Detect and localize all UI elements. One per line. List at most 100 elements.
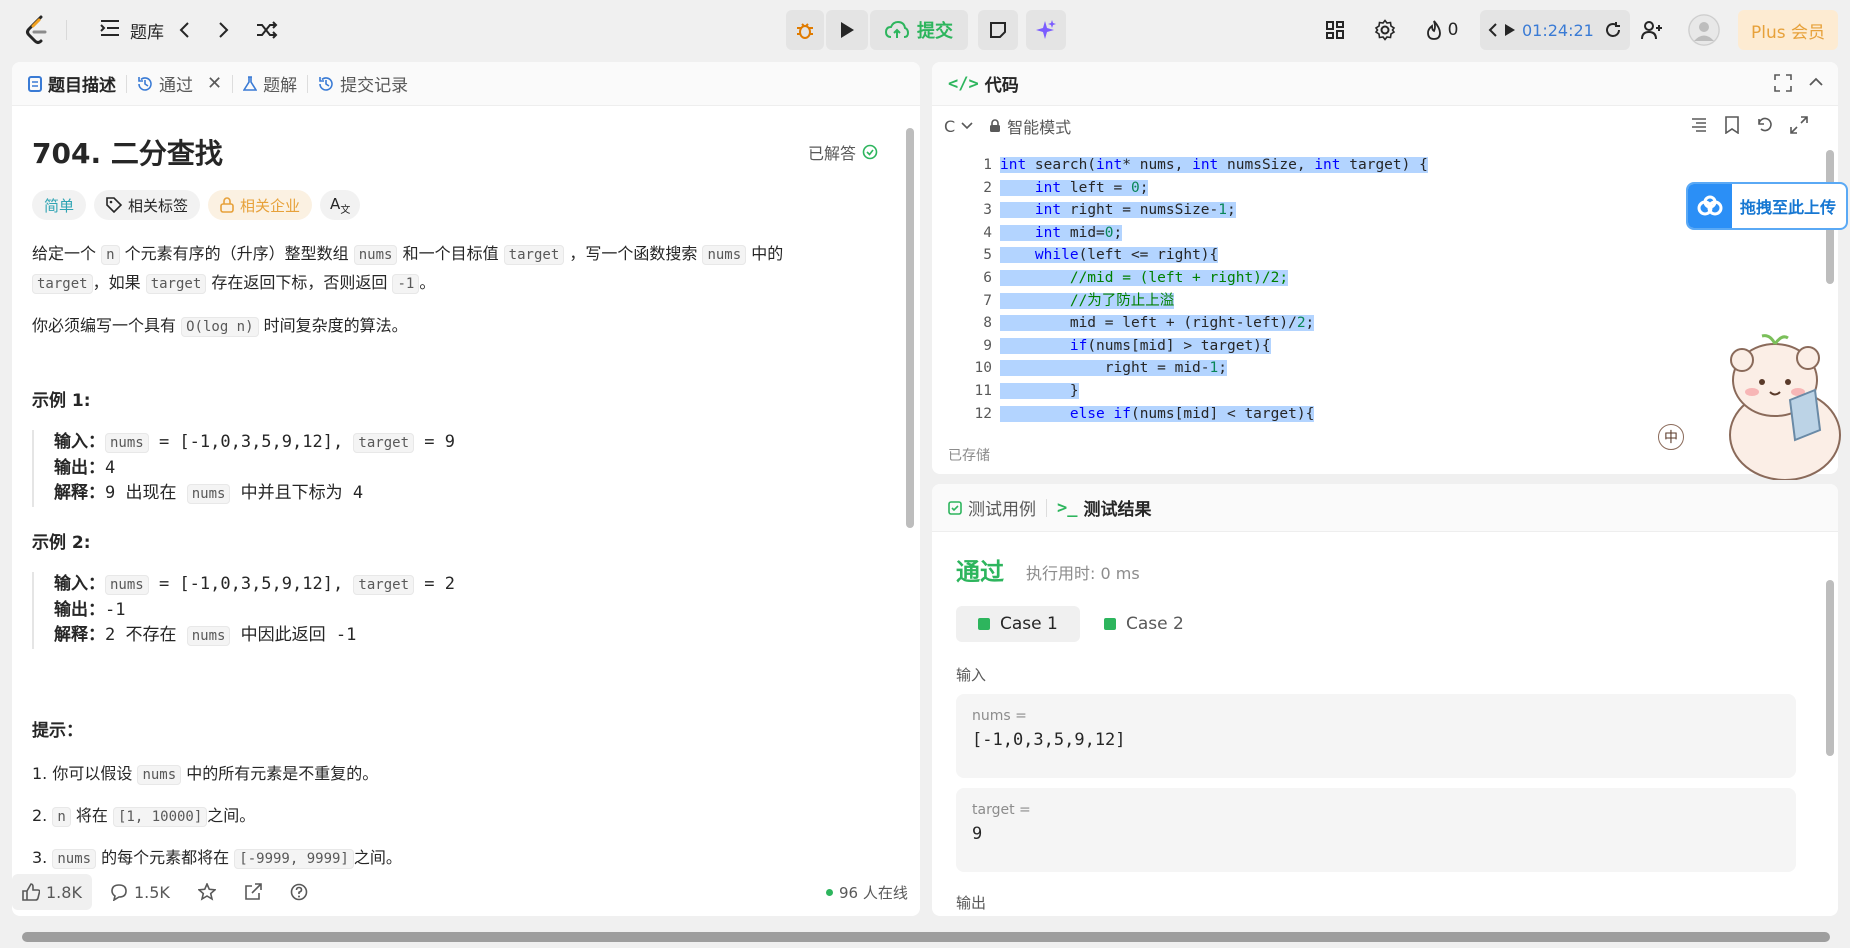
chevron-left-icon: [179, 22, 189, 38]
input-label: 输入: [956, 666, 987, 684]
avatar[interactable]: [1688, 14, 1720, 46]
translate-icon: A文: [330, 194, 351, 216]
horizontal-scrollbar-thumb[interactable]: [22, 932, 1830, 942]
format-icon[interactable]: [1690, 116, 1708, 134]
code-text: while(left <= right){: [1000, 244, 1219, 267]
ai-assistant-button[interactable]: [1026, 10, 1066, 50]
code-text: right = mid-1;: [1000, 360, 1227, 377]
online-dot: [826, 889, 833, 896]
code-line[interactable]: 5 while(left <= right){: [932, 244, 1812, 267]
fullscreen-icon[interactable]: [1774, 74, 1792, 97]
editor-actions: [1690, 116, 1808, 134]
topics-tag[interactable]: 相关标签: [94, 190, 201, 220]
submit-label: 提交: [917, 21, 953, 42]
code-line[interactable]: 4 int mid=0;: [932, 222, 1812, 245]
favorite-button[interactable]: [188, 874, 226, 910]
hints-list: 1. 你可以假设 nums 中的所有元素是不重复的。 2. n 将在 [1, 1…: [32, 760, 402, 873]
translate-button[interactable]: A文: [320, 190, 361, 220]
tab-accepted[interactable]: 通过 ✕: [137, 71, 222, 96]
code-line[interactable]: 1 int search(int* nums, int numsSize, int…: [932, 154, 1812, 177]
cloud-upload-icon: [885, 21, 909, 38]
line-number: 9: [983, 337, 992, 354]
description-paragraph-1: 给定一个 n 个元素有序的（升序）整型数组 nums 和一个目标值 target…: [32, 244, 784, 294]
case-1-tab[interactable]: Case 1: [956, 606, 1080, 642]
next-problem-button[interactable]: [212, 18, 236, 42]
line-number: 11: [974, 383, 992, 399]
smart-mode-label: 智能模式: [1007, 118, 1072, 137]
difficulty-tag[interactable]: 简单: [32, 190, 87, 220]
star-icon: [197, 883, 216, 901]
checkbox-icon: [948, 500, 962, 515]
close-icon[interactable]: ✕: [207, 73, 222, 94]
hints-heading: 提示：: [32, 721, 83, 741]
example-1-heading: 示例 1:: [32, 391, 91, 411]
tab-description[interactable]: 题目描述: [28, 71, 116, 96]
topics-tag-label: 相关标签: [128, 196, 189, 215]
streak-counter[interactable]: 0: [1420, 16, 1464, 44]
description-scrollbar[interactable]: [906, 128, 914, 528]
tab-test-result[interactable]: >_ 测试结果: [1057, 495, 1151, 521]
code-line[interactable]: 11 }: [932, 380, 1812, 403]
code-line[interactable]: 6 //mid = (left + right)/2;: [932, 267, 1812, 290]
online-status: 96 人在线: [826, 882, 908, 903]
like-button[interactable]: 1.8K: [12, 874, 92, 910]
submit-button[interactable]: 提交: [870, 10, 968, 50]
plus-membership-button[interactable]: Plus 会员: [1738, 10, 1838, 50]
timer-widget[interactable]: 01:24:21: [1480, 10, 1630, 50]
hint-1: 1. 你可以假设 nums 中的所有元素是不重复的。: [32, 764, 379, 785]
code-line[interactable]: 8 mid = left + (right-left)/2;: [932, 312, 1812, 335]
test-panel-tabs: 测试用例 >_ 测试结果: [932, 484, 1838, 532]
language-select[interactable]: C: [944, 117, 973, 136]
add-friend-button[interactable]: [1638, 16, 1666, 44]
code-line[interactable]: 7 //为了防止上溢: [932, 290, 1812, 313]
case-2-tab[interactable]: Case 2: [1082, 606, 1206, 642]
settings-button[interactable]: [1372, 17, 1398, 43]
execution-time: 执行用时: 0 ms: [1026, 564, 1140, 583]
notes-button[interactable]: [978, 10, 1018, 50]
list-icon: [100, 19, 120, 42]
gear-icon: [1374, 19, 1396, 41]
bookmark-icon[interactable]: [1724, 116, 1740, 134]
drag-upload-label: 拖拽至此上传: [1739, 198, 1836, 217]
code-line[interactable]: 9 if(nums[mid] > target){: [932, 335, 1812, 358]
chevron-right-icon: [219, 22, 229, 38]
result-status: 通过: [956, 558, 1004, 586]
ime-icon[interactable]: 中: [1658, 424, 1684, 450]
drag-upload-button[interactable]: 拖拽至此上传: [1686, 182, 1848, 230]
smart-mode-toggle[interactable]: 智能模式: [989, 114, 1071, 138]
problem-list-button[interactable]: 题库: [82, 16, 182, 44]
solved-status: 已解答: [808, 140, 878, 164]
share-button[interactable]: [234, 874, 272, 910]
code-line[interactable]: 3 int right = numsSize-1;: [932, 199, 1812, 222]
companies-tag-label: 相关企业: [240, 196, 301, 215]
comments-button[interactable]: 1.5K: [100, 874, 180, 910]
saved-status: 已存储: [948, 448, 990, 464]
timer-value: 01:24:21: [1522, 20, 1594, 40]
tab-submissions[interactable]: 提交记录: [318, 71, 408, 96]
output-label: 输出: [956, 894, 987, 912]
companies-tag[interactable]: 相关企业: [208, 190, 313, 220]
leetcode-logo[interactable]: [24, 14, 52, 46]
run-button[interactable]: [826, 10, 868, 50]
hint-2: 2. n 将在 [1, 10000] 之间。: [32, 806, 256, 827]
test-panel-scrollbar[interactable]: [1826, 580, 1834, 756]
example-2-block: 输入： nums = [-1,0,3,5,9,12], target = 2 输出…: [32, 572, 455, 649]
tab-testcases[interactable]: 测试用例: [948, 495, 1036, 520]
tab-solutions[interactable]: 题解: [243, 71, 297, 96]
comment-count: 1.5K: [133, 882, 170, 902]
collapse-icon[interactable]: [1808, 74, 1824, 95]
layout-button[interactable]: [1322, 17, 1348, 43]
prev-problem-button[interactable]: [172, 18, 196, 42]
undo-icon[interactable]: [1756, 116, 1774, 134]
share-icon: [245, 883, 262, 900]
code-text: int left = 0;: [1000, 177, 1149, 200]
case-1-label: Case 1: [1000, 614, 1058, 634]
expand-icon[interactable]: [1790, 116, 1808, 134]
random-problem-button[interactable]: [254, 17, 280, 43]
code-line[interactable]: 2 int left = 0;: [932, 177, 1812, 200]
code-text: int search(int* nums, int numsSize, int …: [1000, 157, 1428, 173]
code-line[interactable]: 12 else if(nums[mid] < target){: [932, 403, 1812, 422]
code-line[interactable]: 10 right = mid-1;: [932, 357, 1812, 380]
help-button[interactable]: [280, 874, 318, 910]
debug-button[interactable]: [786, 10, 824, 50]
